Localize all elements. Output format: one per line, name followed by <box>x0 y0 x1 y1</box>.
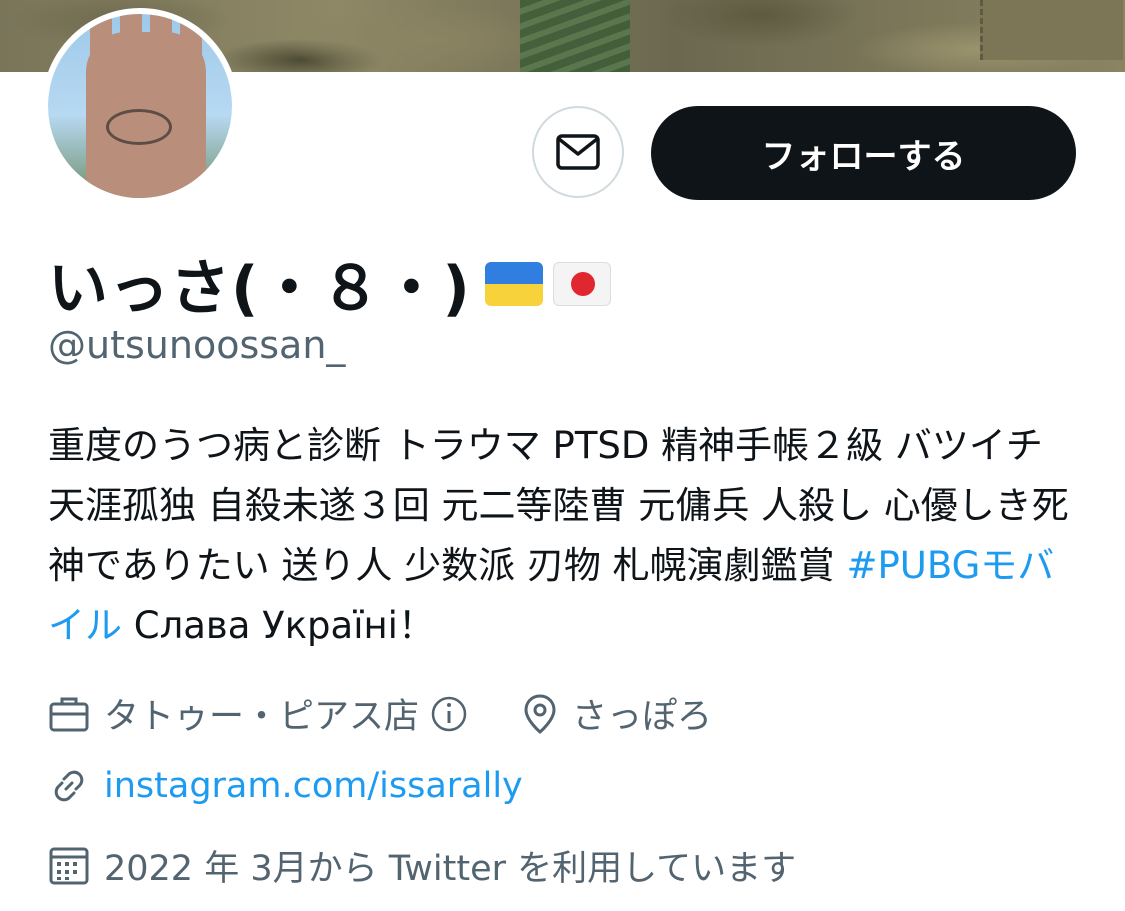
display-name: いっさ(・８・) <box>48 240 611 327</box>
banner-patch <box>980 0 1123 60</box>
bio-tail: Слава Україні！ <box>122 604 435 647</box>
profile-bio: 重度のうつ病と診断 トラウマ PTSD 精神手帳２級 バツイチ 天涯孤独 自殺未… <box>48 416 1088 656</box>
profile-category: タトゥー・ピアス店 <box>48 688 483 739</box>
location-pin-icon <box>524 693 556 734</box>
message-button[interactable] <box>532 106 624 198</box>
briefcase-icon <box>49 697 89 731</box>
follow-button[interactable]: フォローする <box>651 106 1076 200</box>
location-text: さっぽろ <box>572 697 713 737</box>
ukraine-flag-icon <box>484 261 543 306</box>
info-icon[interactable] <box>429 694 469 734</box>
category-text: タトゥー・ピアス店 <box>104 697 420 737</box>
user-handle: @utsunoossan_ <box>48 323 346 367</box>
japan-flag-icon <box>552 261 611 306</box>
avatar-image <box>48 14 232 198</box>
avatar[interactable] <box>42 8 238 204</box>
avatar-ink <box>106 109 172 145</box>
link-icon <box>54 770 84 802</box>
profile-joined: 2022 年 3月から Twitter を利用しています <box>48 840 796 891</box>
website-link[interactable]: instagram.com/issarally <box>104 766 523 806</box>
follow-button-label: フォローする <box>761 136 966 177</box>
display-name-text: いっさ(・８・) <box>48 254 471 324</box>
mail-icon <box>556 134 600 170</box>
joined-text: 2022 年 3月から Twitter を利用しています <box>104 849 797 889</box>
banner-patch <box>520 0 630 72</box>
profile-location: さっぽろ <box>522 688 712 739</box>
profile-website: instagram.com/issarally <box>48 765 523 807</box>
calendar-icon <box>49 847 89 884</box>
